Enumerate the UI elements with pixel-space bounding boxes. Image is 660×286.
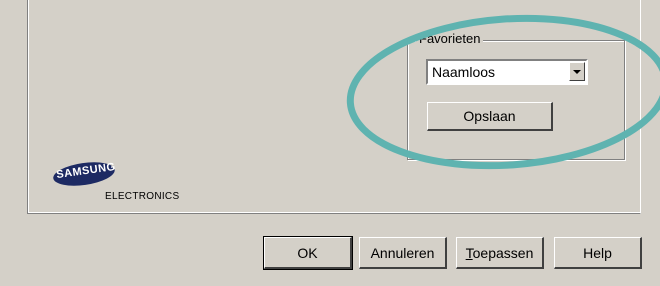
favorites-dropdown-value: Naamloos: [432, 64, 496, 80]
help-label: Help: [583, 244, 612, 261]
samsung-logo: SAMSUNG ELECTRONICS: [51, 157, 203, 207]
dropdown-arrow-button[interactable]: [569, 62, 585, 81]
apply-label-rest: oepassen: [472, 244, 534, 261]
ok-label: OK: [297, 244, 318, 261]
cancel-button[interactable]: Annuleren: [359, 237, 447, 269]
apply-button[interactable]: Toepassen: [456, 237, 544, 269]
apply-label: Toepassen: [466, 245, 534, 261]
save-favorite-label: Opslaan: [463, 108, 516, 124]
cancel-label: Annuleren: [370, 244, 435, 261]
save-favorite-button[interactable]: Opslaan: [427, 102, 553, 131]
help-button[interactable]: Help: [554, 237, 642, 269]
apply-mnemonic: T: [465, 244, 473, 261]
dialog-left-edge: [0, 0, 27, 213]
chevron-down-icon: [573, 69, 581, 74]
favorites-group: [407, 40, 625, 160]
favorites-legend: Favorieten: [416, 31, 484, 46]
samsung-logo-subtitle: ELECTRONICS: [105, 191, 180, 202]
ok-button[interactable]: OK: [263, 236, 353, 270]
favorites-dropdown[interactable]: Naamloos: [426, 59, 588, 85]
